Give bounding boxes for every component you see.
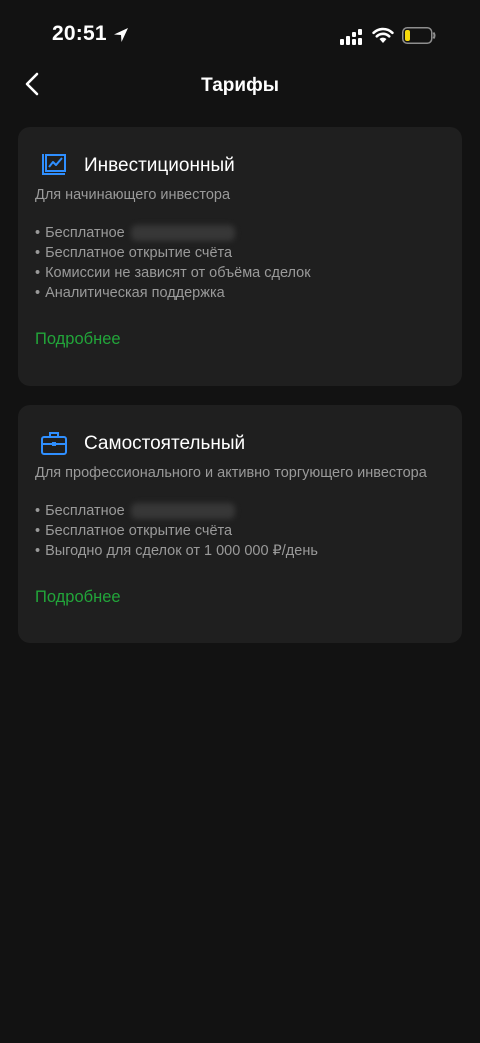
nav-bar: Тарифы [0,62,480,110]
feature-item: • Аналитическая поддержка [35,285,225,301]
feature-item: • Бесплатное открытие счёта [35,523,233,539]
blurred-text [130,225,235,241]
feature-item: • Выгодно для сделок от 1 000 000 ₽/день [35,543,318,559]
status-bar: 20:51 [0,0,480,70]
cellular-signal-icon [340,29,364,50]
page-title: Тарифы [201,75,279,96]
tariff-subtitle: Для профессионального и активно торгующе… [35,465,427,481]
tariff-title: Самостоятельный [84,433,246,454]
battery-icon [402,27,436,49]
status-time: 20:51 [52,22,107,45]
more-link[interactable]: Подробнее [35,330,121,349]
tariff-card-independent[interactable]: Самостоятельный Для профессионального и … [18,405,462,643]
blurred-text [130,503,235,519]
feature-item: • Бесплатное [35,501,318,521]
briefcase-icon [40,429,68,462]
feature-list: • Бесплатное • Бесплатное открытие счёта •… [35,501,318,561]
tariff-subtitle: Для начинающего инвестора [35,187,231,203]
chart-icon [40,151,68,184]
location-arrow-icon [112,26,130,49]
more-link[interactable]: Подробнее [35,588,121,607]
feature-item: • Бесплатное открытие счёта [35,245,233,261]
tariff-title: Инвестиционный [84,155,235,176]
feature-list: • Бесплатное • Бесплатное открытие счёта •… [35,223,311,303]
tariff-card-investment[interactable]: Инвестиционный Для начинающего инвестора… [18,127,462,386]
feature-item: • Комиссии не зависят от объёма сделок [35,265,311,281]
wifi-icon [372,26,394,49]
feature-item: • Бесплатное [35,223,311,243]
